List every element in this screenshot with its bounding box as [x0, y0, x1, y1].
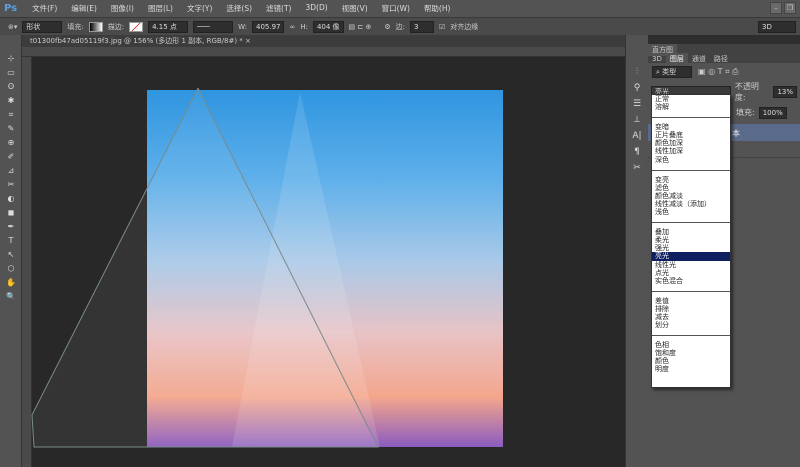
blend-option[interactable]: 线性加深: [652, 147, 730, 155]
tab-channels[interactable]: 通道: [688, 53, 710, 65]
blend-option[interactable]: 溶解: [652, 103, 730, 111]
blend-option[interactable]: 点光: [652, 269, 730, 277]
tab-layers[interactable]: 图层: [665, 53, 688, 65]
opacity-input[interactable]: 13%: [773, 86, 797, 98]
filter-icons[interactable]: ▣ ◎ T ⌗ ⎙: [698, 67, 739, 77]
blend-option[interactable]: 减去: [652, 313, 730, 321]
opacity-label: 不透明度:: [734, 82, 759, 102]
blend-option[interactable]: 排除: [652, 305, 730, 313]
layer-filter-select[interactable]: ⌕ 类型: [652, 66, 692, 78]
tab-paths[interactable]: 路径: [710, 53, 732, 65]
panel-icons: ⫶ ⚲ ☰ ⊥ A| ¶ ✂: [625, 35, 648, 467]
blend-option[interactable]: 浅色: [652, 208, 730, 216]
sliders-icon[interactable]: ☰: [626, 99, 648, 115]
blend-option[interactable]: 变亮: [652, 176, 730, 184]
blend-option[interactable]: 线性光: [652, 261, 730, 269]
blend-option[interactable]: 滤色: [652, 184, 730, 192]
blend-mode-dropdown: 正常 溶解 变暗 正片叠底 颜色加深 线性加深 深色 变亮 滤色 颜色减淡 线性减淡（添加） 浅色 叠加…: [651, 94, 731, 388]
blend-option[interactable]: 颜色减淡: [652, 192, 730, 200]
fill-label: 填充:: [736, 108, 755, 117]
blend-option[interactable]: 亮光: [652, 252, 730, 261]
separator: [652, 169, 730, 171]
paragraph-icon[interactable]: ¶: [626, 147, 648, 163]
blend-option[interactable]: 线性减淡（添加）: [652, 200, 730, 208]
separator: [652, 222, 730, 224]
fill-input[interactable]: 100%: [758, 107, 787, 119]
separator: [652, 117, 730, 119]
blend-option[interactable]: 叠加: [652, 228, 730, 236]
stamp-icon[interactable]: ⊥: [626, 115, 648, 131]
adjust-icon[interactable]: ⚲: [626, 83, 648, 99]
separator: [652, 335, 730, 337]
blend-option[interactable]: 明度: [652, 365, 730, 373]
separator: [652, 290, 730, 292]
blend-option[interactable]: 划分: [652, 321, 730, 329]
tab-3d[interactable]: 3D: [648, 54, 666, 64]
histogram-icon[interactable]: ⫶: [626, 67, 648, 83]
blend-option[interactable]: 正常: [652, 95, 730, 103]
blend-option[interactable]: 实色混合: [652, 277, 730, 285]
character-icon[interactable]: A|: [626, 131, 648, 147]
blend-option[interactable]: 深色: [652, 156, 730, 164]
blend-option[interactable]: 差值: [652, 297, 730, 305]
layer-name: 本: [732, 129, 740, 138]
tools-icon[interactable]: ✂: [626, 163, 648, 179]
